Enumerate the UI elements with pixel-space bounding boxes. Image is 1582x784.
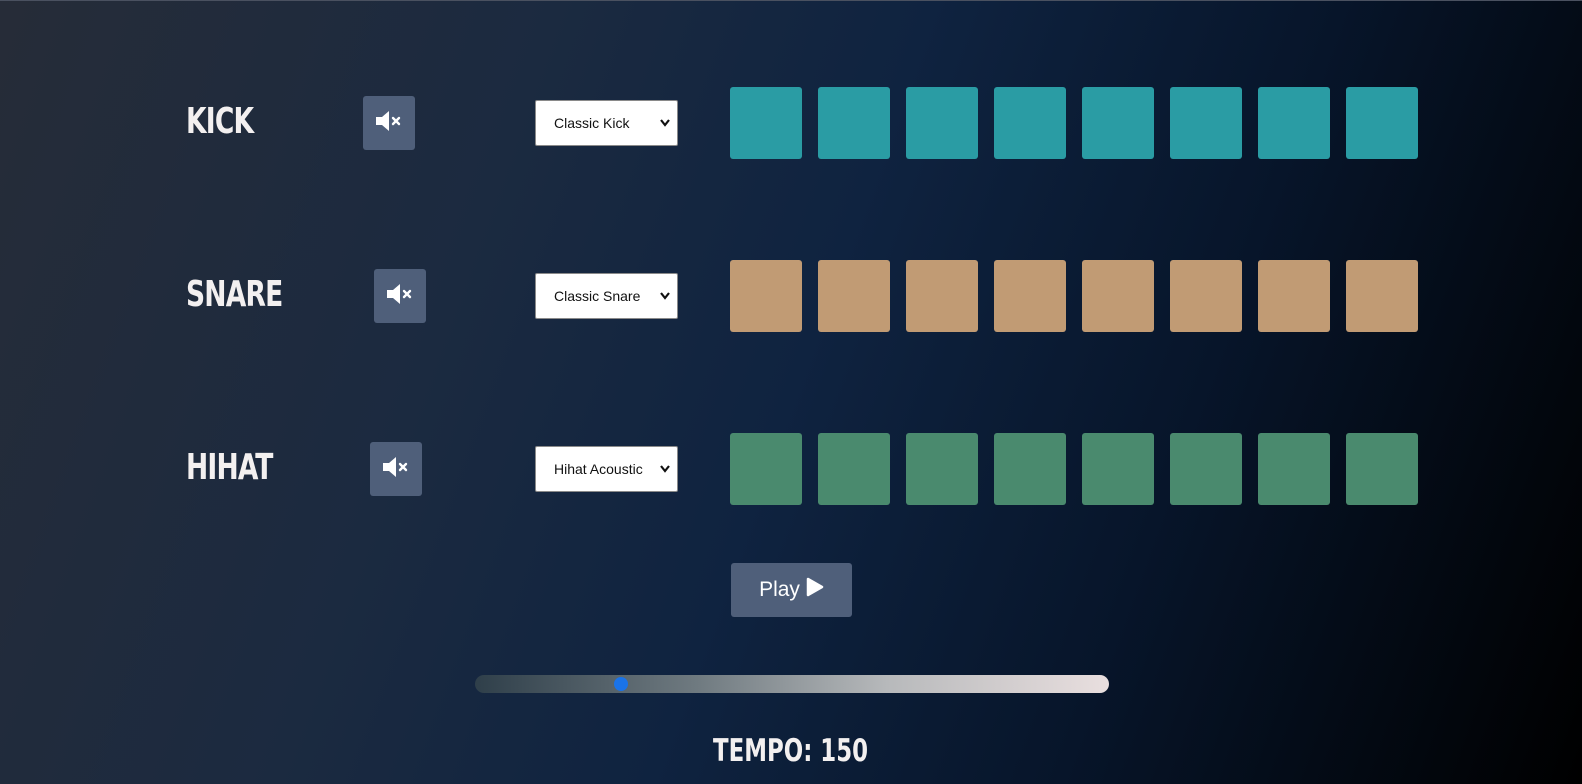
- step-pad-2[interactable]: [818, 260, 890, 332]
- step-pad-6[interactable]: [1170, 433, 1242, 505]
- play-icon: [806, 577, 824, 603]
- mute-button[interactable]: [374, 269, 426, 323]
- step-pad-3[interactable]: [906, 433, 978, 505]
- step-pad-4[interactable]: [994, 87, 1066, 159]
- speaker-mute-icon: [375, 110, 403, 137]
- step-pad-2[interactable]: [818, 87, 890, 159]
- step-pad-4[interactable]: [994, 433, 1066, 505]
- speaker-mute-icon: [382, 456, 410, 483]
- sound-select-value: Classic Snare: [554, 288, 641, 304]
- track-name: SNARE: [186, 274, 283, 315]
- tempo-readout: TEMPO: 150: [0, 733, 1582, 769]
- speaker-mute-icon: [386, 283, 414, 310]
- step-pad-5[interactable]: [1082, 433, 1154, 505]
- sound-select-value: Classic Kick: [554, 115, 630, 131]
- step-pad-6[interactable]: [1170, 260, 1242, 332]
- step-pad-6[interactable]: [1170, 87, 1242, 159]
- step-pad-5[interactable]: [1082, 260, 1154, 332]
- play-button-label: Play: [759, 578, 800, 601]
- step-pad-7[interactable]: [1258, 433, 1330, 505]
- step-pad-8[interactable]: [1346, 87, 1418, 159]
- sound-select[interactable]: Classic Snare: [535, 273, 678, 319]
- track-snare: SNARE Classic Snare: [0, 260, 1582, 332]
- sound-select-value: Hihat Acoustic: [554, 461, 643, 477]
- chevron-down-icon: [659, 116, 671, 133]
- tempo-label: TEMPO: 150: [713, 733, 869, 769]
- play-button[interactable]: Play: [731, 563, 852, 617]
- track-name: KICK: [186, 101, 254, 142]
- step-pad-7[interactable]: [1258, 87, 1330, 159]
- step-pad-4[interactable]: [994, 260, 1066, 332]
- step-pad-1[interactable]: [730, 87, 802, 159]
- step-pad-3[interactable]: [906, 87, 978, 159]
- step-pad-2[interactable]: [818, 433, 890, 505]
- step-pad-5[interactable]: [1082, 87, 1154, 159]
- mute-button[interactable]: [363, 96, 415, 150]
- tempo-slider[interactable]: [475, 675, 1109, 693]
- step-pad-8[interactable]: [1346, 433, 1418, 505]
- step-pad-1[interactable]: [730, 433, 802, 505]
- tempo-slider-thumb[interactable]: [613, 677, 628, 691]
- chevron-down-icon: [659, 289, 671, 306]
- sound-select[interactable]: Hihat Acoustic: [535, 446, 678, 492]
- step-pad-8[interactable]: [1346, 260, 1418, 332]
- step-pad-3[interactable]: [906, 260, 978, 332]
- track-hihat: HIHAT Hihat Acoustic: [0, 433, 1582, 505]
- sound-select[interactable]: Classic Kick: [535, 100, 678, 146]
- top-border: [0, 0, 1582, 1]
- step-pad-1[interactable]: [730, 260, 802, 332]
- step-pad-7[interactable]: [1258, 260, 1330, 332]
- track-name: HIHAT: [186, 447, 273, 488]
- chevron-down-icon: [659, 462, 671, 479]
- track-kick: KICK Classic Kick: [0, 87, 1582, 159]
- mute-button[interactable]: [370, 442, 422, 496]
